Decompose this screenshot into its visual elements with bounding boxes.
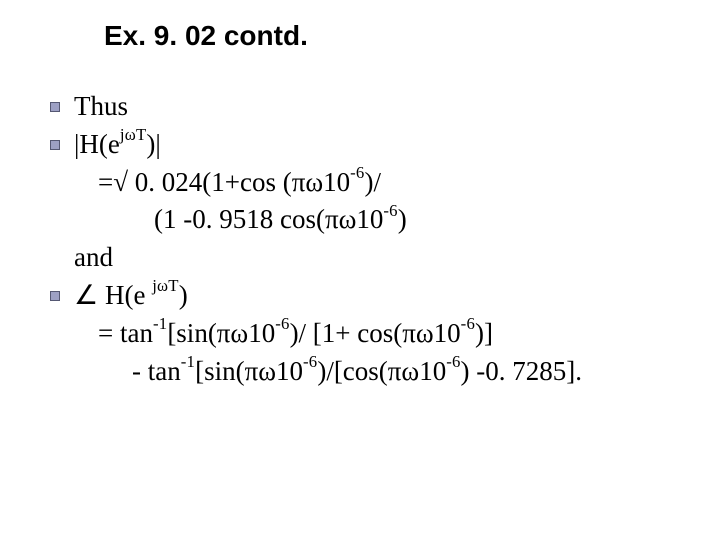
- line-eq-denominator: (1 -0. 9518 cos(πω10-6): [34, 201, 700, 239]
- text: ): [179, 280, 188, 310]
- line-h-angle: ∠ H(e jωT): [34, 277, 700, 315]
- superscript: -1: [181, 352, 195, 371]
- line-h-magnitude: |H(ejωT)|: [34, 126, 700, 164]
- superscript: -6: [303, 352, 317, 371]
- slide: { "title": "Ex. 9. 02 contd.", "lines": …: [0, 0, 720, 540]
- text: [sin(πω10: [195, 356, 303, 386]
- text: ) -0. 7285].: [461, 356, 582, 386]
- text: and: [74, 242, 113, 272]
- text: [sin(πω10: [167, 318, 275, 348]
- text: |H(e: [74, 129, 120, 159]
- text: ): [398, 204, 407, 234]
- superscript: -6: [446, 352, 460, 371]
- text: = tan: [98, 318, 153, 348]
- bullet-icon: [50, 140, 60, 150]
- text: )|: [146, 129, 160, 159]
- line-and: and: [34, 239, 700, 277]
- text: (1 -0. 9518 cos(πω10: [154, 204, 383, 234]
- text: =√ 0. 024(1+cos (πω10: [98, 167, 350, 197]
- bullet-icon: [50, 291, 60, 301]
- text: Thus: [74, 91, 128, 121]
- text: ∠ H(e: [74, 280, 152, 310]
- superscript: jωT: [120, 125, 147, 144]
- text: )]: [475, 318, 493, 348]
- superscript: jωT: [152, 276, 179, 295]
- superscript: -6: [275, 314, 289, 333]
- superscript: -1: [153, 314, 167, 333]
- bullet-icon: [50, 102, 60, 112]
- text: )/: [365, 167, 382, 197]
- text: )/ [1+ cos(πω10: [290, 318, 461, 348]
- line-angle-eq2: - tan-1[sin(πω10-6)/[cos(πω10-6) -0. 728…: [34, 353, 700, 391]
- superscript: -6: [383, 201, 397, 220]
- text: )/[cos(πω10: [317, 356, 446, 386]
- superscript: -6: [350, 163, 364, 182]
- line-angle-eq1: = tan-1[sin(πω10-6)/ [1+ cos(πω10-6)]: [34, 315, 700, 353]
- line-eq-numerator: =√ 0. 024(1+cos (πω10-6)/: [34, 164, 700, 202]
- text: - tan: [132, 356, 181, 386]
- superscript: -6: [461, 314, 475, 333]
- slide-title: Ex. 9. 02 contd.: [104, 20, 308, 52]
- line-thus: Thus: [34, 88, 700, 126]
- slide-body: Thus |H(ejωT)| =√ 0. 024(1+cos (πω10-6)/…: [34, 88, 700, 390]
